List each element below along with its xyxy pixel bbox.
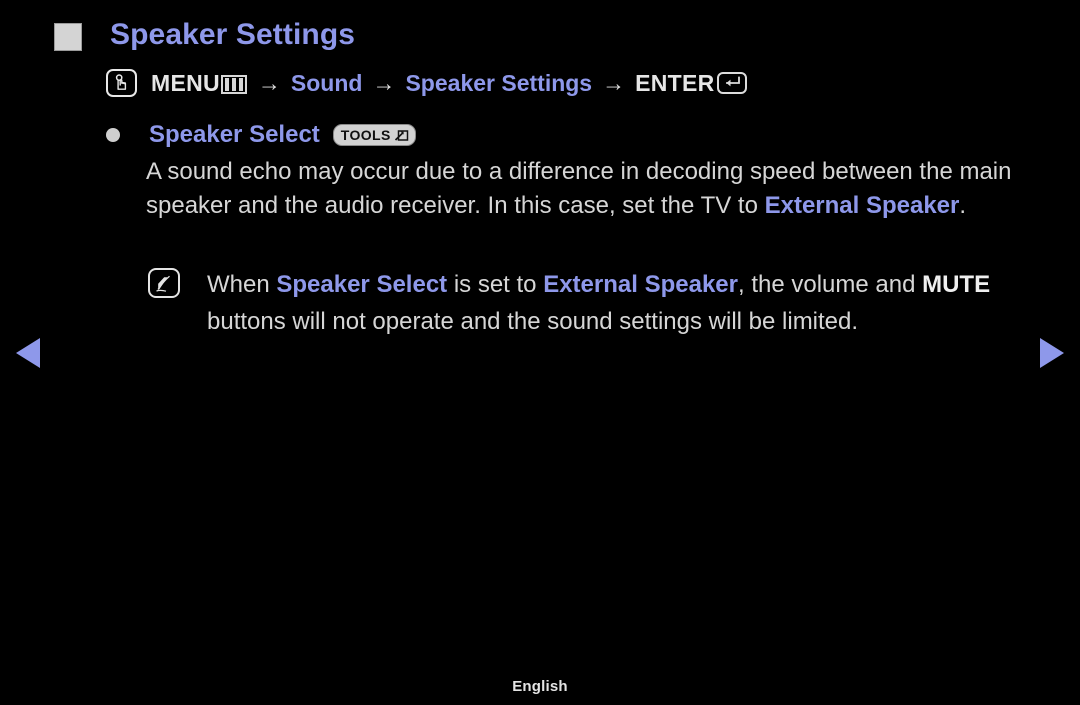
bullet-dot-icon: [106, 128, 120, 142]
path-step-sound[interactable]: Sound: [291, 66, 363, 100]
page-header: Speaker Settings: [0, 14, 1080, 56]
description-paragraph: A sound echo may occur due to a differen…: [146, 155, 1026, 223]
footer-language-label: English: [512, 678, 568, 695]
tools-badge[interactable]: TOOLS: [332, 124, 416, 146]
note-pen-icon: [148, 268, 180, 298]
tools-arrow-icon: [394, 130, 408, 141]
path-separator-3: →: [602, 70, 626, 96]
prev-page-arrow[interactable]: [16, 338, 40, 368]
list-item-label: Speaker Select: [149, 121, 320, 148]
path-separator-1: →: [257, 70, 281, 96]
path-separator-2: →: [372, 70, 396, 96]
note-text: When Speaker Select is set to External S…: [207, 266, 1035, 340]
text-run: .: [959, 192, 967, 219]
hand-press-icon: [106, 69, 137, 97]
highlight-term: External Speaker: [764, 192, 960, 219]
list-item-speaker-select[interactable]: Speaker Select TOOLS: [106, 119, 416, 151]
tools-badge-label: TOOLS: [340, 127, 391, 143]
text-run: is set to: [447, 271, 544, 298]
highlight-term: Speaker Select: [276, 271, 448, 298]
next-page-arrow[interactable]: [1040, 338, 1064, 368]
page-title: Speaker Settings: [110, 18, 356, 51]
highlight-term: External Speaker: [543, 271, 738, 298]
menu-label: MENU: [151, 70, 220, 96]
menu-bars-icon: [220, 74, 247, 94]
text-run: , the volume and: [737, 271, 923, 298]
enter-label: ENTER: [635, 70, 715, 96]
emphasis-term: MUTE: [922, 271, 991, 298]
menu-path-breadcrumb: MENU → Sound → Speaker Settings → ENTER: [106, 66, 747, 100]
path-step-speaker-settings[interactable]: Speaker Settings: [405, 66, 592, 100]
emanual-page: Speaker Settings MENU → Sound → Speaker …: [0, 0, 1080, 705]
section-marker-square: [54, 23, 82, 51]
text-run: When: [207, 271, 277, 298]
note-block: When Speaker Select is set to External S…: [148, 266, 1035, 340]
text-run: buttons will not operate and the sound s…: [207, 308, 859, 335]
enter-return-icon: [716, 72, 747, 94]
